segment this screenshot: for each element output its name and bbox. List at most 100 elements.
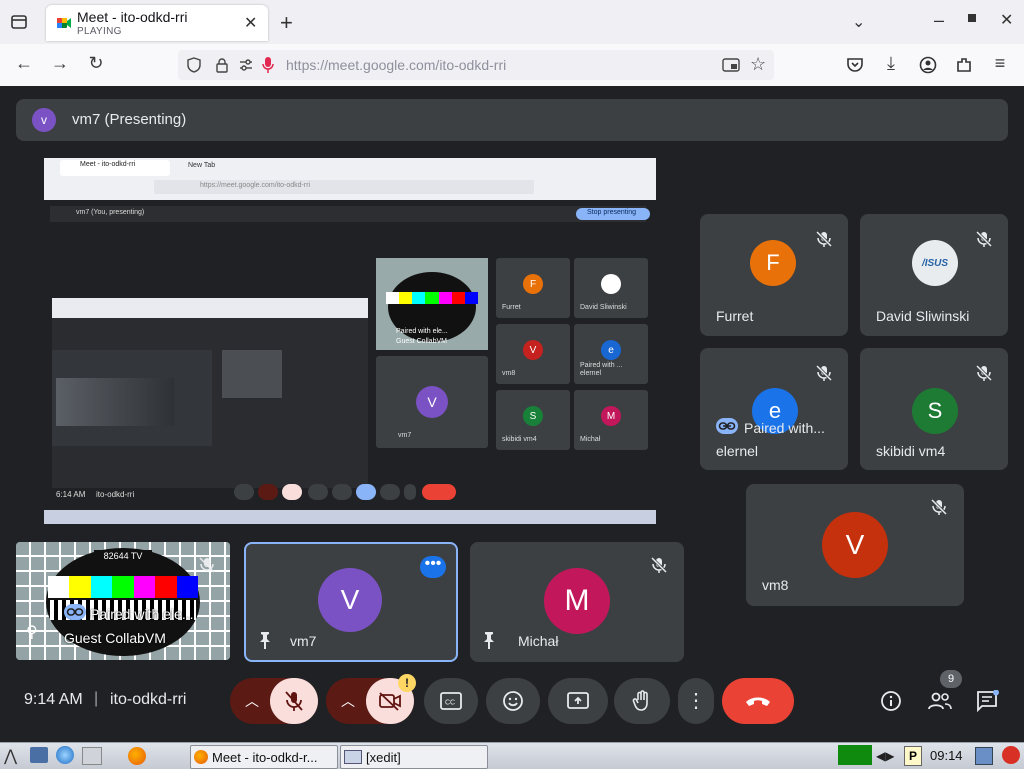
shared-stop-presenting-button: Stop presenting <box>576 208 650 220</box>
michal-avatar: M <box>544 568 610 634</box>
shared-participant-avatar: S <box>523 406 543 426</box>
os-clock[interactable]: 09:14 <box>930 748 963 763</box>
pin-icon[interactable] <box>482 630 498 650</box>
shared-participant-tile: Vvm8 <box>496 324 570 384</box>
downloads-icon[interactable]: ⤓ <box>879 53 903 74</box>
michal-name: Michał <box>518 633 559 649</box>
shared-guest-name: Guest CollabVM <box>396 338 447 345</box>
shared-participant-name: Furret <box>502 304 521 311</box>
minimize-window-icon[interactable]: – <box>934 10 944 31</box>
extensions-icon[interactable] <box>955 56 973 74</box>
captions-button[interactable]: CC <box>424 678 478 724</box>
shared-present-label: vm7 (You, presenting) <box>76 209 145 216</box>
present-screen-button[interactable] <box>548 678 608 724</box>
participant-tile-michal[interactable]: M Michał <box>470 542 684 662</box>
firefox-icon <box>194 750 208 764</box>
cpu-monitor-graph <box>838 745 872 765</box>
microphone-active-icon[interactable] <box>262 56 274 74</box>
shared-participant-name: Michał <box>580 436 601 443</box>
elernel-name: elernel <box>716 443 759 459</box>
screen-share-stream[interactable]: Meet - ito-odkd-rri New Tab https://meet… <box>44 158 656 524</box>
lock-icon[interactable] <box>214 57 230 73</box>
shared-os-taskbar <box>44 510 656 524</box>
participant-tile-skibidi[interactable]: S skibidi vm4 <box>860 348 1008 470</box>
show-desktop-icon[interactable] <box>30 747 48 763</box>
maximize-window-icon[interactable] <box>968 14 976 22</box>
mic-off-icon <box>198 556 216 574</box>
account-icon[interactable] <box>919 56 937 74</box>
raise-hand-button[interactable] <box>614 678 670 724</box>
forward-arrow-icon[interactable]: → <box>48 53 72 74</box>
shared-guest-tile: Paired with ele... Guest CollabVM <box>376 258 488 350</box>
taskbar-firefox-window[interactable]: Meet - ito-odkd-r... <box>190 745 338 769</box>
david-avatar-text: /ISUS <box>921 257 949 269</box>
audio-options-chevron-icon[interactable]: ︿ <box>230 678 274 724</box>
taskbar-xedit-window[interactable]: [xedit] <box>340 745 488 769</box>
meet-favicon-icon <box>56 15 72 31</box>
shared-participant-tile: e elernel Paired with ... <box>574 324 648 384</box>
browser-tab-meet[interactable]: Meet - ito-odkd-rri PLAYING ✕ <box>46 5 268 41</box>
leave-call-button[interactable] <box>722 678 794 724</box>
presenting-banner: v vm7 (Presenting) <box>16 99 1008 141</box>
shared-participant-tile: F Furret <box>496 258 570 318</box>
mic-off-icon <box>975 230 993 248</box>
meeting-info-icon[interactable] <box>880 690 902 717</box>
reload-icon[interactable]: ↻ <box>84 53 108 74</box>
participant-tile-vm7-self[interactable]: V vm7 ••• <box>244 542 458 662</box>
tab-list-icon[interactable] <box>10 13 28 31</box>
url-text[interactable]: https://meet.google.com/ito-odkd-rri <box>286 57 506 73</box>
power-icon[interactable] <box>1002 746 1020 764</box>
lock-screen-icon[interactable] <box>975 747 993 765</box>
permissions-icon[interactable] <box>238 57 254 73</box>
guest-paired-tag: Paired with ele... <box>90 606 194 622</box>
shared-time: 6:14 AM <box>56 490 86 499</box>
participant-tile-elernel[interactable]: e Paired with... elernel <box>700 348 848 470</box>
mic-off-icon <box>975 364 993 382</box>
start-menu-icon[interactable]: ⋀ <box>4 746 17 766</box>
browser-tab-strip: Meet - ito-odkd-rri PLAYING ✕ + ⌄ – ✕ <box>0 0 1024 44</box>
mic-off-icon <box>815 364 833 382</box>
firefox-launcher-icon[interactable] <box>128 747 146 765</box>
tab-close-icon[interactable]: ✕ <box>244 13 257 33</box>
participant-tile-david[interactable]: /ISUS David Sliwinski <box>860 214 1008 336</box>
people-icon[interactable] <box>927 690 953 717</box>
pin-icon[interactable]: ⚲ <box>26 622 38 642</box>
tray-p-icon[interactable]: P <box>904 746 922 766</box>
close-window-icon[interactable]: ✕ <box>1000 10 1013 30</box>
reader-view-icon[interactable] <box>722 57 740 73</box>
chat-icon[interactable] <box>976 689 1000 717</box>
more-options-button[interactable]: ⋮ <box>678 678 714 724</box>
meeting-time: 9:14 AM <box>24 691 83 708</box>
back-arrow-icon[interactable]: ← <box>12 53 36 74</box>
bookmark-star-icon[interactable]: ☆ <box>750 54 766 75</box>
vm7-name: vm7 <box>290 633 317 649</box>
participant-tile-vm8[interactable]: V vm8 <box>746 484 964 606</box>
shared-participant-avatar: F <box>523 274 543 294</box>
participant-tile-guest[interactable]: 82644 TV Paired with ele... Guest Collab… <box>16 542 230 660</box>
tracking-shield-icon[interactable] <box>186 57 202 73</box>
elernel-paired-tag: Paired with... <box>744 420 825 436</box>
app-menu-icon[interactable]: ≡ <box>988 53 1012 74</box>
nested-screen-share <box>52 298 368 488</box>
url-bar[interactable]: https://meet.google.com/ito-odkd-rri ☆ <box>178 50 774 80</box>
pin-icon[interactable] <box>258 630 274 650</box>
vm8-name: vm8 <box>762 577 789 593</box>
participant-tile-furret[interactable]: F Furret <box>700 214 848 336</box>
network-globe-icon[interactable] <box>56 746 74 764</box>
shared-participant-avatar: V <box>523 340 543 360</box>
skibidi-avatar: S <box>912 388 958 434</box>
new-tab-button[interactable]: + <box>280 10 293 36</box>
tab-list-dropdown-icon[interactable]: ⌄ <box>852 12 865 32</box>
pocket-icon[interactable] <box>846 56 864 74</box>
shared-participant-avatar <box>601 274 621 294</box>
toggle-mic-button[interactable] <box>270 678 318 724</box>
more-options-icon[interactable]: ••• <box>420 556 446 578</box>
volume-arrows-icon[interactable]: ◀▶ <box>876 749 894 763</box>
shared-participant-name: skibidi vm4 <box>502 436 537 443</box>
taskbar-firefox-label: Meet - ito-odkd-r... <box>212 749 318 765</box>
emoji-icon <box>503 691 523 711</box>
video-options-chevron-icon[interactable]: ︿ <box>326 678 370 724</box>
file-manager-icon[interactable] <box>82 747 102 765</box>
meet-call-view: v vm7 (Presenting) Meet - ito-odkd-rri N… <box>0 86 1024 742</box>
reactions-button[interactable] <box>486 678 540 724</box>
